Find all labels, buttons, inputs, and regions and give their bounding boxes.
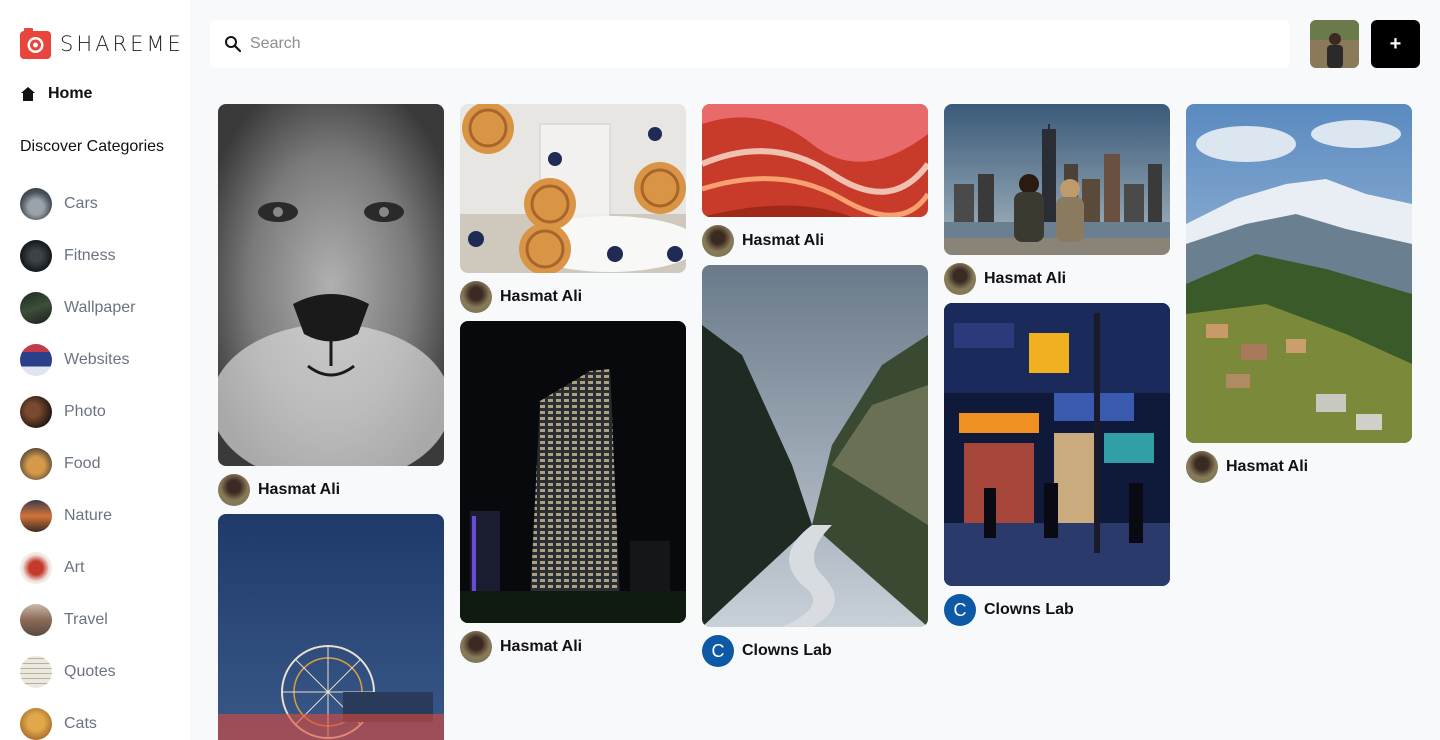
category-label: Travel bbox=[64, 611, 108, 628]
author-avatar bbox=[702, 225, 734, 257]
author-avatar bbox=[1186, 451, 1218, 483]
author-avatar bbox=[460, 631, 492, 663]
author-name: Hasmat Ali bbox=[500, 638, 583, 655]
category-thumbnail bbox=[20, 448, 52, 480]
category-list: Cars Fitness Wallpaper Websites Photo Fo… bbox=[20, 178, 135, 740]
category-label: Quotes bbox=[64, 663, 116, 680]
pin-card[interactable] bbox=[218, 514, 444, 740]
pin-card[interactable]: Hasmat Ali bbox=[460, 104, 686, 313]
discover-categories-title: Discover Categories bbox=[20, 138, 165, 155]
pin-image[interactable] bbox=[944, 303, 1170, 586]
category-item-quotes[interactable]: Quotes bbox=[20, 646, 135, 698]
night-tower-image bbox=[460, 321, 686, 623]
lion-image bbox=[218, 104, 444, 466]
author-name: Clowns Lab bbox=[742, 642, 832, 659]
category-thumbnail bbox=[20, 604, 52, 636]
author-avatar: C bbox=[702, 635, 734, 667]
category-label: Food bbox=[64, 455, 101, 472]
pin-card[interactable]: Hasmat Ali bbox=[944, 104, 1170, 295]
search-bar[interactable] bbox=[210, 20, 1290, 68]
author-avatar bbox=[944, 263, 976, 295]
night-street-image bbox=[944, 303, 1170, 586]
category-label: Photo bbox=[64, 403, 106, 420]
search-input[interactable] bbox=[250, 35, 1150, 53]
nav-home-label: Home bbox=[48, 85, 93, 102]
search-icon bbox=[225, 36, 242, 53]
category-item-travel[interactable]: Travel bbox=[20, 594, 135, 646]
category-thumbnail bbox=[20, 344, 52, 376]
app-logo[interactable]: SHAREME bbox=[20, 28, 184, 59]
pin-image[interactable] bbox=[218, 514, 444, 740]
category-thumbnail bbox=[20, 656, 52, 688]
ferris-wheel-image bbox=[218, 514, 444, 740]
user-avatar[interactable] bbox=[1310, 20, 1359, 68]
author-name: Hasmat Ali bbox=[984, 270, 1067, 287]
pin-author[interactable]: C Clowns Lab bbox=[702, 635, 928, 667]
pies-image bbox=[460, 104, 686, 273]
category-label: Cats bbox=[64, 715, 97, 732]
pin-image[interactable] bbox=[460, 321, 686, 623]
author-name: Clowns Lab bbox=[984, 601, 1074, 618]
category-thumbnail bbox=[20, 396, 52, 428]
author-avatar: C bbox=[944, 594, 976, 626]
category-item-photo[interactable]: Photo bbox=[20, 386, 135, 438]
author-name: Hasmat Ali bbox=[1226, 458, 1309, 475]
category-label: Nature bbox=[64, 507, 113, 524]
category-label: Cars bbox=[64, 195, 98, 212]
pin-image[interactable] bbox=[944, 104, 1170, 255]
pin-author[interactable]: Hasmat Ali bbox=[460, 281, 686, 313]
category-thumbnail bbox=[20, 552, 52, 584]
pin-image[interactable] bbox=[1186, 104, 1412, 443]
mountain-village-image bbox=[1186, 104, 1412, 443]
pin-author[interactable]: Hasmat Ali bbox=[218, 474, 444, 506]
pin-image[interactable] bbox=[218, 104, 444, 466]
pin-author[interactable]: Hasmat Ali bbox=[944, 263, 1170, 295]
pin-card[interactable]: C Clowns Lab bbox=[944, 303, 1170, 626]
sidebar: SHAREME Home Discover Categories Cars Fi… bbox=[0, 0, 190, 740]
pin-card[interactable]: Hasmat Ali bbox=[460, 321, 686, 663]
category-thumbnail bbox=[20, 188, 52, 220]
category-label: Art bbox=[64, 559, 85, 576]
home-icon bbox=[21, 87, 35, 101]
category-item-art[interactable]: Art bbox=[20, 542, 135, 594]
category-thumbnail bbox=[20, 500, 52, 532]
category-item-fitness[interactable]: Fitness bbox=[20, 230, 135, 282]
author-name: Hasmat Ali bbox=[742, 232, 825, 249]
pin-author[interactable]: Hasmat Ali bbox=[702, 225, 928, 257]
pin-image[interactable] bbox=[702, 265, 928, 627]
category-label: Fitness bbox=[64, 247, 116, 264]
camera-logo-icon bbox=[20, 28, 51, 59]
category-thumbnail bbox=[20, 240, 52, 272]
pin-image[interactable] bbox=[460, 104, 686, 273]
pin-author[interactable]: Hasmat Ali bbox=[1186, 451, 1412, 483]
add-pin-button[interactable]: + bbox=[1371, 20, 1420, 68]
red-abstract-image bbox=[702, 104, 928, 217]
category-item-food[interactable]: Food bbox=[20, 438, 135, 490]
category-thumbnail bbox=[20, 708, 52, 740]
author-name: Hasmat Ali bbox=[500, 288, 583, 305]
author-avatar bbox=[460, 281, 492, 313]
category-item-wallpaper[interactable]: Wallpaper bbox=[20, 282, 135, 334]
category-label: Websites bbox=[64, 351, 130, 368]
pin-author[interactable]: Hasmat Ali bbox=[460, 631, 686, 663]
category-item-cars[interactable]: Cars bbox=[20, 178, 135, 230]
pin-card[interactable]: C Clowns Lab bbox=[702, 265, 928, 667]
author-name: Hasmat Ali bbox=[258, 481, 341, 498]
city-skyline-image bbox=[944, 104, 1170, 255]
category-item-cats[interactable]: Cats bbox=[20, 698, 135, 740]
pin-card[interactable]: Hasmat Ali bbox=[702, 104, 928, 257]
user-avatar-image bbox=[1310, 20, 1359, 68]
category-item-nature[interactable]: Nature bbox=[20, 490, 135, 542]
pin-author[interactable]: C Clowns Lab bbox=[944, 594, 1170, 626]
category-label: Wallpaper bbox=[64, 299, 136, 316]
app-name: SHAREME bbox=[60, 31, 184, 56]
category-thumbnail bbox=[20, 292, 52, 324]
mountain-river-image bbox=[702, 265, 928, 627]
author-avatar bbox=[218, 474, 250, 506]
category-item-websites[interactable]: Websites bbox=[20, 334, 135, 386]
pin-image[interactable] bbox=[702, 104, 928, 217]
pin-card[interactable]: Hasmat Ali bbox=[1186, 104, 1412, 483]
nav-home[interactable]: Home bbox=[20, 85, 92, 103]
pin-card[interactable]: Hasmat Ali bbox=[218, 104, 444, 506]
